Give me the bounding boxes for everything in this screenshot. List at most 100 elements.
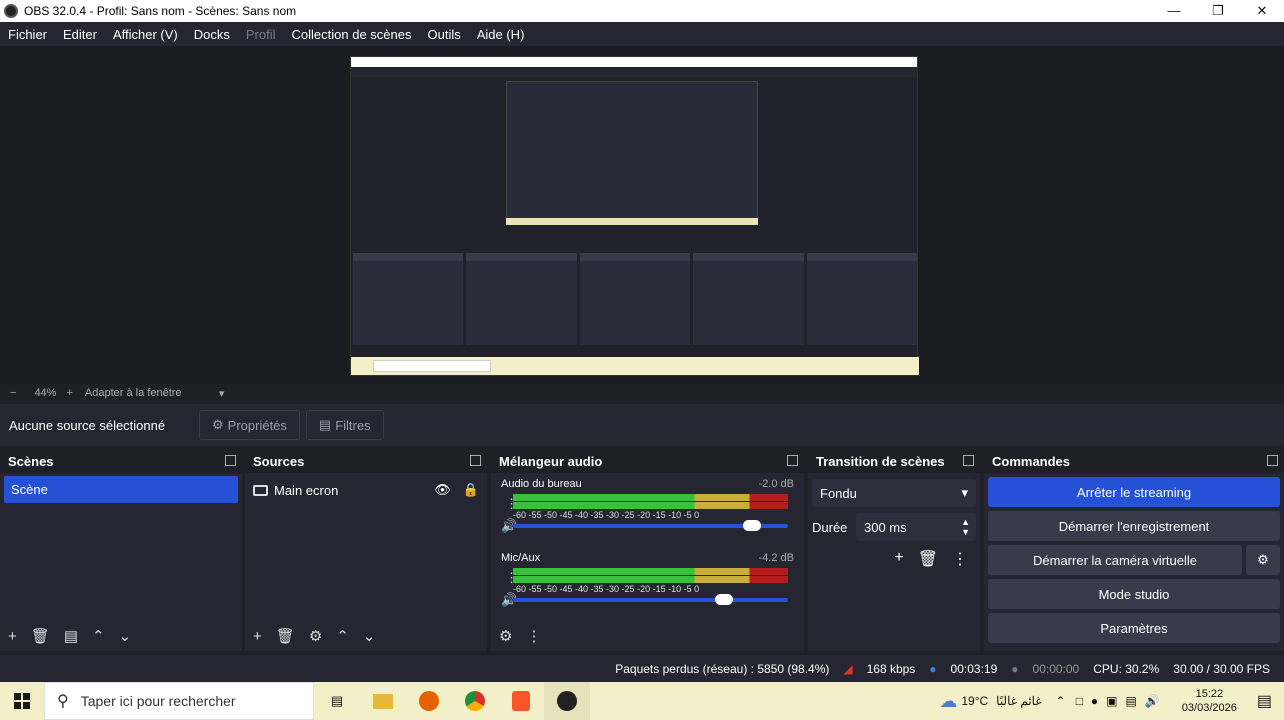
filters-button[interactable]: ▤ Filtres	[305, 410, 384, 440]
restore-button[interactable]: ❐	[1196, 0, 1240, 22]
menu-fichier[interactable]: Fichier	[0, 27, 55, 42]
taskbar-search[interactable]: ⚲ Taper ici pour rechercher	[44, 682, 314, 720]
float-icon[interactable]	[1267, 455, 1278, 466]
volume-slider[interactable]	[513, 520, 788, 531]
menu-afficher[interactable]: Afficher (V)	[105, 27, 186, 42]
mixer-dock: Mélangeur audio Audio du bureau -2.0 dB …	[491, 449, 804, 651]
lock-icon[interactable]: 🔒	[463, 482, 479, 498]
cpu-usage: CPU: 30.2%	[1093, 661, 1160, 676]
mixer-channel: Mic/Aux -4.2 dB ⋮ -60 -55 -50 -45 -40 -3…	[491, 547, 804, 621]
start-button[interactable]	[0, 682, 44, 720]
mixer-channel: Audio du bureau -2.0 dB ⋮ -60 -55 -50 -4…	[491, 473, 804, 547]
audio-settings-icon[interactable]: ⚙	[499, 627, 512, 645]
filter-icon[interactable]: ▤	[64, 627, 78, 645]
firefox-icon[interactable]	[406, 682, 452, 720]
meter-ticks: -60 -55 -50 -45 -40 -35 -30 -25 -20 -15 …	[513, 510, 700, 520]
stream-icon: ●	[929, 661, 937, 676]
eye-icon[interactable]: 👁	[434, 482, 451, 498]
up-icon[interactable]: ⌃	[336, 627, 349, 645]
studio-mode-button[interactable]: Mode studio	[988, 579, 1280, 609]
zoom-out-button[interactable]: −	[10, 387, 16, 399]
stream-time: 00:03:19	[950, 661, 998, 676]
slider-knob[interactable]	[742, 520, 761, 531]
transition-select[interactable]: Fondu ▾	[812, 479, 976, 507]
transition-title: Transition de scènes	[816, 453, 945, 469]
chrome-icon[interactable]	[452, 682, 498, 720]
float-icon[interactable]	[225, 455, 236, 466]
add-icon[interactable]: +	[8, 628, 17, 645]
menu-profil: Profil	[245, 26, 276, 42]
menu-outils[interactable]: Outils	[419, 27, 468, 42]
file-explorer-icon[interactable]	[360, 682, 406, 720]
menu-editer[interactable]: Editer	[55, 27, 105, 42]
transition-dock: Transition de scènes Fondu ▾ Durée 300 ms…	[808, 449, 980, 651]
source-toolbar: Aucune source sélectionné ⚙ Propriétés ▤ F…	[0, 404, 1284, 446]
sources-title: Sources	[253, 453, 305, 469]
nested-title-bar	[351, 57, 917, 67]
volume-meter: -60 -55 -50 -45 -40 -35 -30 -25 -20 -15 …	[513, 568, 788, 594]
zoom-in-button[interactable]: +	[66, 387, 72, 399]
nested-search-box	[373, 360, 491, 372]
settings-button[interactable]: Paramètres	[988, 613, 1280, 643]
trash-icon[interactable]: 🗑	[918, 549, 938, 569]
float-icon[interactable]	[787, 455, 798, 466]
menu-aide[interactable]: Aide (H)	[469, 27, 533, 42]
rec-time: 00:00:00	[1032, 661, 1080, 676]
clock-date: 03/03/2026	[1181, 702, 1237, 714]
scene-item[interactable]: Scène	[4, 476, 238, 503]
minimize-button[interactable]: —	[1152, 0, 1196, 22]
search-icon: ⚲	[57, 693, 69, 710]
down-icon[interactable]: ⌄	[363, 627, 376, 645]
zoom-value: 44%	[34, 387, 57, 399]
nested-preview	[506, 81, 758, 224]
search-placeholder: Taper ici pour rechercher	[80, 693, 236, 709]
obs-taskbar-icon[interactable]	[544, 682, 590, 720]
spin-icon[interactable]: ▲ ▼	[961, 517, 970, 537]
down-icon[interactable]: ⌄	[119, 627, 132, 645]
source-item[interactable]: Main ecron 👁 🔒	[253, 479, 479, 501]
kebab-menu-icon[interactable]: ⋮	[526, 627, 541, 645]
up-icon[interactable]: ⌃	[92, 627, 105, 645]
menu-collection[interactable]: Collection de scènes	[284, 27, 420, 42]
clock-time: 15:22	[1195, 688, 1224, 700]
weather-text: غائم غالبًا	[996, 694, 1042, 708]
start-recording-button[interactable]: Démarrer l'enregistrement	[988, 511, 1280, 541]
window-title: OBS 32.0.4 - Profil: Sans nom - Scènes: …	[24, 4, 297, 18]
trash-icon[interactable]: 🗑	[31, 627, 50, 645]
duration-label: Durée	[812, 519, 848, 535]
rec-icon: ●	[1011, 661, 1019, 676]
stop-streaming-button[interactable]: Arrêter le streaming	[988, 477, 1280, 507]
zoom-dropdown-icon[interactable]: ▾	[219, 387, 225, 400]
nested-taskbar	[506, 218, 758, 225]
windows-taskbar: ⚲ Taper ici pour rechercher ▤ ☁ 19°C غائم…	[0, 682, 1284, 720]
zoom-fit-label: Adapter à la fenêtre	[84, 387, 182, 399]
add-icon[interactable]: +	[253, 628, 262, 645]
chevron-up-icon[interactable]: ⌃	[1056, 694, 1066, 708]
virtual-camera-settings-icon[interactable]: ⚙	[1246, 545, 1280, 575]
tray-icons[interactable]: □●▣▤🔊	[1076, 694, 1168, 708]
menu-docks[interactable]: Docks	[186, 27, 238, 42]
volume-slider[interactable]	[513, 594, 788, 605]
volume-meter: -60 -55 -50 -45 -40 -35 -30 -25 -20 -15 …	[513, 494, 788, 520]
scenes-dock: Scènes Scène + 🗑 ▤ ⌃ ⌄	[0, 449, 242, 651]
duration-input[interactable]: 300 ms ▲ ▼	[856, 513, 976, 541]
brave-icon[interactable]	[498, 682, 544, 720]
close-button[interactable]: ✕	[1240, 0, 1284, 22]
preview-canvas[interactable]	[350, 56, 919, 376]
float-icon[interactable]	[963, 455, 974, 466]
notifications-icon[interactable]: ▤	[1257, 691, 1272, 711]
virtual-camera-button[interactable]: Démarrer la caméra virtuelle	[988, 545, 1242, 575]
channel-name: Audio du bureau	[501, 478, 582, 490]
task-view-icon[interactable]: ▤	[314, 682, 360, 720]
menu-bar: Fichier Editer Afficher (V) Docks Profil…	[0, 22, 1284, 46]
slider-knob[interactable]	[715, 594, 733, 605]
properties-button[interactable]: ⚙ Propriétés	[199, 410, 300, 440]
add-icon[interactable]: +	[894, 549, 903, 569]
source-name: Main ecron	[274, 482, 339, 498]
channel-db: -4.2 dB	[758, 552, 794, 564]
temperature: 19°C	[961, 694, 989, 708]
kebab-menu-icon[interactable]: ⋮	[952, 549, 968, 569]
gear-icon[interactable]: ⚙	[309, 627, 322, 645]
trash-icon[interactable]: 🗑	[276, 627, 295, 645]
float-icon[interactable]	[470, 455, 481, 466]
